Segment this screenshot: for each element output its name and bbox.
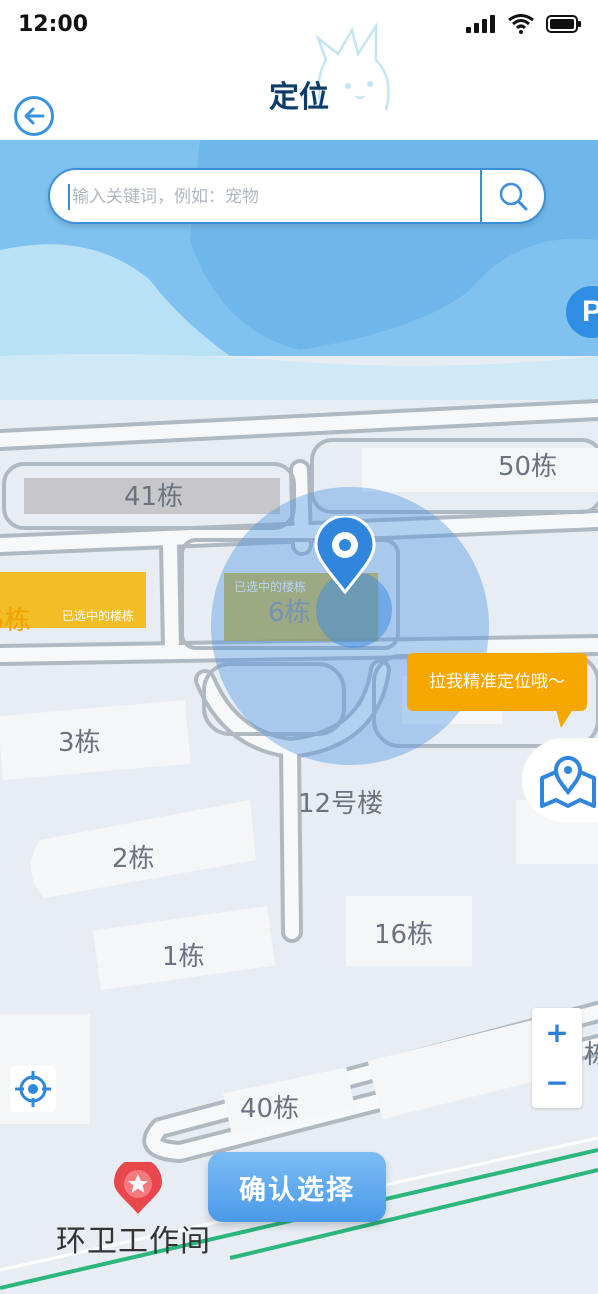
page-title: 定位: [269, 80, 329, 115]
status-bar: 12:00: [0, 0, 598, 54]
precise-location-tooltip: 拉我精准定位哦～: [407, 653, 587, 711]
zoom-out-button[interactable]: −: [532, 1058, 582, 1108]
precise-location-button[interactable]: [522, 738, 598, 822]
map-pin-icon: [540, 756, 596, 808]
back-arrow-icon: [24, 107, 45, 125]
status-time: 12:00: [18, 12, 89, 37]
building-label[interactable]: 1栋: [162, 936, 205, 973]
building-label[interactable]: 栋: [584, 1034, 598, 1071]
search-input[interactable]: [70, 180, 484, 214]
poi-marker-icon[interactable]: [112, 1162, 164, 1216]
back-button[interactable]: [14, 96, 54, 136]
building-label[interactable]: 12号楼: [298, 783, 383, 820]
tooltip-tail: [555, 706, 575, 728]
search-button[interactable]: [480, 170, 544, 222]
nav-header: 定位: [0, 21, 598, 140]
selected-building-tag: 已选中的楼栋: [62, 609, 135, 623]
crosshair-icon: [15, 1071, 51, 1107]
search-bar: [48, 168, 546, 224]
poi-label[interactable]: 环卫工作间: [56, 1216, 211, 1260]
wifi-icon: [508, 14, 534, 34]
zoom-controls: + −: [532, 1008, 582, 1108]
building-label[interactable]: 41栋: [124, 476, 183, 513]
signal-icon: [466, 15, 495, 33]
building-label[interactable]: 40栋: [240, 1088, 299, 1125]
building-label[interactable]: 50栋: [498, 446, 557, 483]
locate-me-button[interactable]: [10, 1066, 56, 1112]
battery-icon: [546, 15, 581, 33]
location-pin-icon[interactable]: [312, 516, 378, 594]
search-icon: [499, 182, 528, 211]
confirm-button[interactable]: 确认选择: [208, 1152, 386, 1222]
building-label[interactable]: 3栋: [58, 722, 101, 759]
building-label[interactable]: 16栋: [374, 914, 433, 951]
building-label[interactable]: 2栋: [112, 838, 155, 875]
zoom-in-button[interactable]: +: [532, 1008, 582, 1058]
building-label[interactable]: 5栋: [0, 600, 31, 637]
